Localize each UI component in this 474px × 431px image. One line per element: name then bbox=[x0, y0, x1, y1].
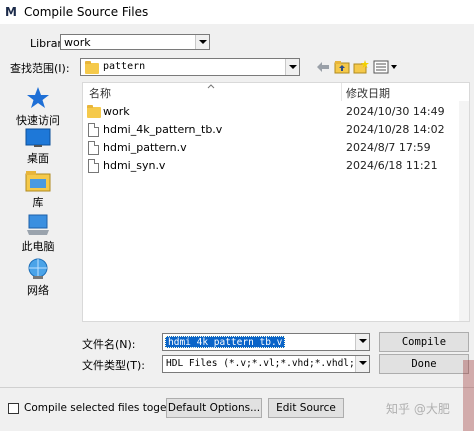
place-label: 桌面 bbox=[27, 152, 49, 165]
file-date: 2024/8/7 17:59 bbox=[346, 141, 431, 154]
file-date: 2024/6/18 11:21 bbox=[346, 159, 438, 172]
sort-caret-icon bbox=[207, 84, 215, 89]
file-row[interactable]: hdmi_4k_pattern_tb.v 2024/10/28 14:02 bbox=[83, 121, 469, 139]
place-library[interactable]: 库 bbox=[8, 170, 68, 210]
library-dropdown[interactable]: work bbox=[60, 34, 210, 50]
place-label: 快速访问 bbox=[16, 114, 60, 127]
file-icon bbox=[88, 141, 99, 155]
lookin-dropdown[interactable]: pattern bbox=[80, 58, 300, 76]
new-folder-icon[interactable] bbox=[353, 59, 369, 75]
library-value: work bbox=[64, 36, 91, 49]
edit-source-button[interactable]: Edit Source bbox=[268, 398, 344, 418]
library-icon bbox=[25, 171, 51, 192]
file-row[interactable]: hdmi_syn.v 2024/6/18 11:21 bbox=[83, 157, 469, 175]
view-menu-icon[interactable] bbox=[373, 59, 399, 75]
lookin-value: pattern bbox=[103, 61, 146, 72]
file-icon bbox=[88, 123, 99, 137]
modelsim-logo-icon: M bbox=[5, 5, 17, 19]
place-label: 网络 bbox=[27, 284, 49, 297]
file-icon bbox=[88, 159, 99, 173]
desktop-icon bbox=[25, 128, 51, 147]
compile-button[interactable]: Compile bbox=[379, 332, 469, 352]
file-date: 2024/10/28 14:02 bbox=[346, 123, 445, 136]
filename-value: hdmi_4k_pattern_tb.v bbox=[165, 336, 286, 348]
chevron-down-icon[interactable] bbox=[355, 334, 369, 350]
folder-icon bbox=[87, 105, 101, 118]
done-button[interactable]: Done bbox=[379, 354, 469, 374]
place-label: 此电脑 bbox=[21, 240, 55, 253]
place-network[interactable]: 网络 bbox=[8, 258, 68, 298]
chevron-down-icon[interactable] bbox=[285, 59, 299, 75]
column-header-name[interactable]: 名称 bbox=[89, 85, 111, 101]
filetype-value: HDL Files (*.v;*.vl;*.vhd;*.vhdl;*.vh bbox=[166, 358, 353, 369]
folder-icon bbox=[85, 61, 99, 74]
divider bbox=[0, 387, 474, 388]
watermark: 知乎 @大肥 bbox=[386, 402, 450, 416]
file-date: 2024/10/30 14:49 bbox=[346, 105, 445, 118]
column-header-date[interactable]: 修改日期 bbox=[346, 85, 390, 101]
vertical-scrollbar[interactable] bbox=[459, 101, 469, 321]
title-bar: M Compile Source Files bbox=[0, 0, 474, 24]
filetype-dropdown[interactable]: HDL Files (*.v;*.vl;*.vhd;*.vhdl;*.vh bbox=[162, 355, 370, 373]
file-name: hdmi_syn.v bbox=[103, 159, 166, 172]
back-arrow-icon[interactable] bbox=[315, 59, 331, 75]
network-icon bbox=[28, 258, 48, 279]
file-list[interactable]: 名称 修改日期 work 2024/10/30 14:49 hdmi_4k_pa… bbox=[82, 82, 470, 322]
file-name: hdmi_4k_pattern_tb.v bbox=[103, 123, 223, 136]
file-row[interactable]: work 2024/10/30 14:49 bbox=[83, 103, 469, 121]
default-options-button[interactable]: Default Options... bbox=[166, 398, 262, 418]
file-name: work bbox=[103, 105, 130, 118]
lookin-label: 查找范围(I): bbox=[10, 62, 70, 75]
place-desktop[interactable]: 桌面 bbox=[8, 128, 68, 166]
up-folder-icon[interactable] bbox=[334, 59, 350, 75]
column-divider[interactable] bbox=[341, 83, 342, 101]
file-name: hdmi_pattern.v bbox=[103, 141, 187, 154]
place-quick-access[interactable]: 快速访问 bbox=[8, 86, 68, 128]
star-icon bbox=[27, 87, 49, 108]
filename-input[interactable]: hdmi_4k_pattern_tb.v bbox=[162, 333, 370, 351]
file-row[interactable]: hdmi_pattern.v 2024/8/7 17:59 bbox=[83, 139, 469, 157]
chevron-down-icon[interactable] bbox=[355, 356, 369, 372]
window-title: Compile Source Files bbox=[24, 5, 149, 19]
chevron-down-icon[interactable] bbox=[195, 35, 209, 49]
place-this-pc[interactable]: 此电脑 bbox=[8, 214, 68, 254]
computer-icon bbox=[27, 214, 49, 235]
filetype-label: 文件类型(T): bbox=[82, 359, 146, 372]
filename-label: 文件名(N): bbox=[82, 338, 136, 351]
place-label: 库 bbox=[32, 196, 44, 209]
compile-together-label[interactable]: Compile selected files together bbox=[24, 402, 188, 414]
compile-together-checkbox[interactable] bbox=[8, 403, 19, 414]
background-window-edge bbox=[463, 360, 474, 431]
